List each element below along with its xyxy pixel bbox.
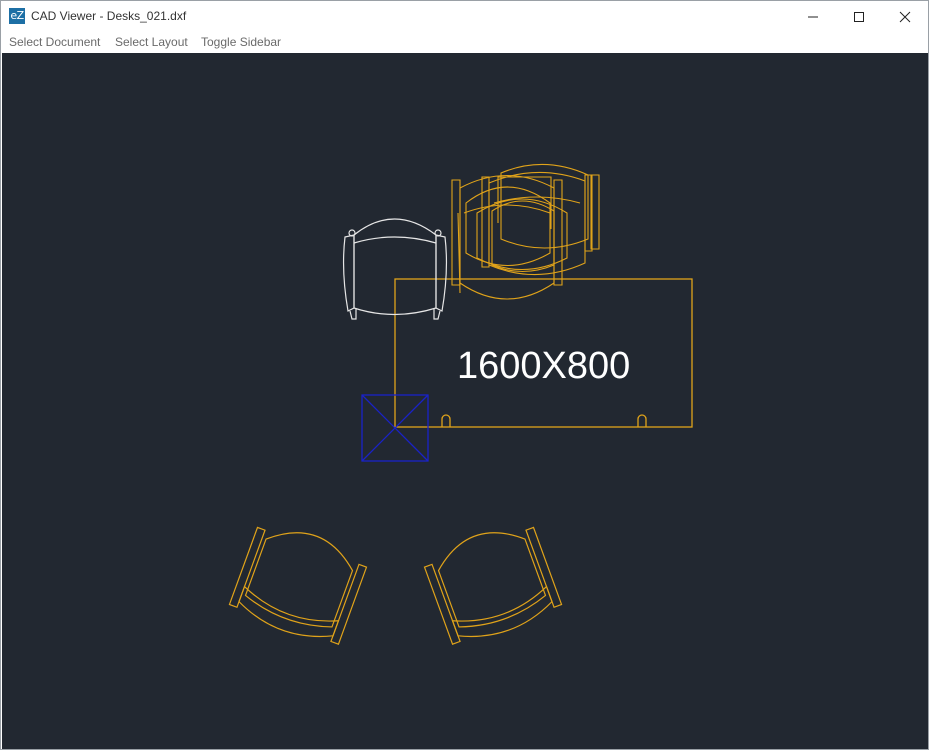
chair-bottom-left[interactable] bbox=[227, 516, 370, 650]
close-button[interactable] bbox=[882, 1, 928, 32]
cad-drawing bbox=[227, 163, 693, 650]
menu-bar: Select Document Select Layout Toggle Sid… bbox=[1, 32, 928, 52]
menu-toggle-sidebar[interactable]: Toggle Sidebar bbox=[201, 35, 281, 49]
drawing-canvas[interactable]: 1600X800 bbox=[2, 53, 928, 749]
close-icon bbox=[899, 11, 911, 22]
minimize-button[interactable] bbox=[790, 1, 836, 32]
chair-bottom-right[interactable] bbox=[420, 516, 563, 650]
window-title: CAD Viewer - Desks_021.dxf bbox=[31, 9, 187, 23]
menu-select-layout[interactable]: Select Layout bbox=[115, 35, 188, 49]
title-bar[interactable]: eZ CAD Viewer - Desks_021.dxf bbox=[1, 1, 928, 32]
app-logo-icon: eZ bbox=[9, 8, 25, 24]
menu-select-document[interactable]: Select Document bbox=[9, 35, 100, 49]
minimize-icon bbox=[808, 16, 818, 17]
desk-dimension-label: 1600X800 bbox=[457, 345, 631, 387]
cad-viewer-window: eZ CAD Viewer - Desks_021.dxf Select Doc… bbox=[0, 0, 929, 750]
maximize-button[interactable] bbox=[836, 1, 882, 32]
maximize-icon bbox=[854, 11, 864, 22]
